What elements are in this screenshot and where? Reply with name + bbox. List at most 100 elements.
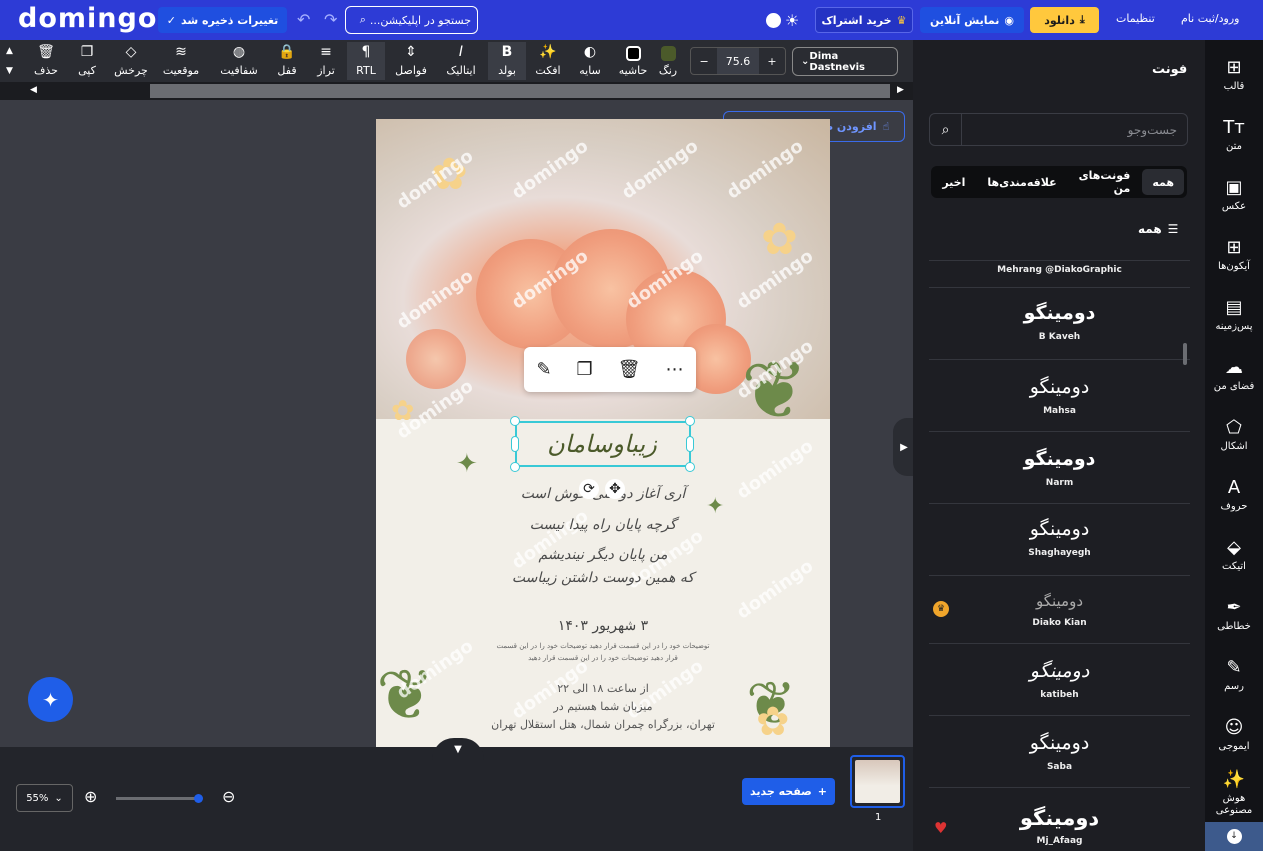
event-time[interactable]: از ساعت ۱۸ الی ۲۲ xyxy=(436,682,770,695)
font-item[interactable]: دومینگو katibeh xyxy=(929,643,1190,715)
border-tool[interactable]: حاشیه xyxy=(614,42,652,80)
spacing-tool[interactable]: ⇕ فواصل xyxy=(392,42,430,80)
logo[interactable]: domingo xyxy=(18,3,157,34)
nav-draw[interactable]: ✎ رسم xyxy=(1205,647,1263,703)
resize-handle[interactable] xyxy=(685,416,695,426)
toolbar-scrollbar[interactable]: ◀ ▶ xyxy=(0,82,913,100)
login-link[interactable]: ورود/ثبت نام xyxy=(1181,12,1239,25)
nav-template[interactable]: ⊞ قالب xyxy=(1205,47,1263,103)
bold-tool[interactable]: B بولد xyxy=(488,42,526,80)
increase-icon[interactable]: + xyxy=(759,55,785,68)
nav-icons[interactable]: ⊞ آیکون‌ها xyxy=(1205,227,1263,283)
font-item[interactable]: Mehrang @DiakoGraphic xyxy=(929,260,1190,287)
tab-all[interactable]: همه xyxy=(1142,169,1184,195)
zoom-slider[interactable] xyxy=(116,794,203,803)
edit-icon[interactable]: ✎ xyxy=(536,359,551,380)
nav-letters[interactable]: A حروف xyxy=(1205,467,1263,523)
redo-icon[interactable]: ↷ xyxy=(324,10,337,29)
rotate-tool[interactable]: ◇ چرخش xyxy=(112,42,150,80)
event-host[interactable]: میزبان شما هستیم در xyxy=(436,700,770,713)
font-item[interactable]: دومینگو Mj_Afaag xyxy=(929,787,1190,851)
nav-sticker[interactable]: ⬙ اتیکت xyxy=(1205,527,1263,583)
save-status-button[interactable]: ✓ تغییرات ذخیره شد xyxy=(158,7,287,33)
rotate-handle-icon[interactable]: ⟳ xyxy=(579,479,599,499)
tab-recent[interactable]: اخیر xyxy=(932,169,975,195)
nav-photo[interactable]: ▣ عکس xyxy=(1205,167,1263,223)
subscribe-button[interactable]: خرید اشتراک ♛ xyxy=(815,7,913,33)
nav-emoji[interactable]: ☺ ایموجی xyxy=(1205,707,1263,763)
panel-scrollbar[interactable] xyxy=(1183,343,1187,365)
copy-tool[interactable]: ❐ کپی xyxy=(68,42,106,80)
decrease-icon[interactable]: − xyxy=(691,55,717,68)
nav-scroll-down-button[interactable]: ↓ xyxy=(1205,822,1263,851)
nav-text[interactable]: Tт متن xyxy=(1205,107,1263,163)
font-size-stepper[interactable]: − 75.6 + xyxy=(690,47,786,75)
scroll-left-icon[interactable]: ◀ xyxy=(30,85,37,95)
undo-icon[interactable]: ↶ xyxy=(297,10,310,29)
delete-tool[interactable]: 🗑 حذف xyxy=(27,42,65,80)
magic-ai-button[interactable]: ✦ xyxy=(28,677,73,722)
description-line[interactable]: توضیحات خود را در این قسمت قرار دهید توض… xyxy=(436,642,770,650)
poem-line[interactable]: من پایان دیگر نیندیشم xyxy=(436,547,770,563)
opacity-tool[interactable]: ◍ شفافیت xyxy=(220,42,258,80)
settings-link[interactable]: تنظیمات xyxy=(1116,12,1155,25)
download-button[interactable]: دانلود ⤓ xyxy=(1030,7,1099,33)
resize-handle[interactable] xyxy=(510,462,520,472)
page-thumbnail[interactable] xyxy=(850,755,905,808)
nav-ai[interactable]: ✨ هوش مصنوعی xyxy=(1205,766,1263,822)
duplicate-icon[interactable]: ❐ xyxy=(577,359,593,380)
resize-handle[interactable] xyxy=(511,436,519,452)
event-date[interactable]: ۳ شهریور ۱۴۰۳ xyxy=(436,618,770,634)
live-preview-button[interactable]: نمایش آنلاین ◉ xyxy=(920,7,1024,33)
poem-line[interactable]: آری آغاز دوستی خوش است xyxy=(436,486,770,502)
selection-box[interactable] xyxy=(515,421,691,467)
zoom-select[interactable]: 55% ⌄ xyxy=(16,784,73,812)
zoom-in-icon[interactable]: ⊕ xyxy=(84,787,97,806)
italic-tool[interactable]: I ایتالیک xyxy=(442,42,480,80)
collapse-panel-button[interactable]: ▶ xyxy=(893,418,915,476)
scroll-down-icon[interactable]: ▼ xyxy=(6,66,13,76)
font-search-input[interactable]: ⌕ جست‌وجو xyxy=(929,113,1188,146)
event-venue[interactable]: تهران، بزرگراه چمران شمال، هتل استقلال ت… xyxy=(436,718,770,731)
resize-handle[interactable] xyxy=(686,436,694,452)
resize-handle[interactable] xyxy=(685,462,695,472)
effect-tool[interactable]: ✨ افکت xyxy=(529,42,567,80)
theme-toggle[interactable]: ☀ xyxy=(766,11,806,30)
poem-line[interactable]: گرچه پایان راه پیدا نیست xyxy=(436,517,770,533)
tab-my-fonts[interactable]: فونت‌های من xyxy=(1069,169,1141,195)
lock-tool[interactable]: 🔒 قفل xyxy=(268,42,306,80)
description-line[interactable]: قرار دهید توضیحات خود را در این قسمت قرا… xyxy=(436,654,770,662)
poem-line[interactable]: که همین دوست داشتن زیباست xyxy=(436,570,770,586)
heart-icon[interactable]: ♥ xyxy=(934,819,947,837)
font-item[interactable]: دومینگو Diako Kian xyxy=(929,575,1190,643)
search-icon[interactable]: ⌕ xyxy=(930,114,962,145)
resize-handle[interactable] xyxy=(510,416,520,426)
app-search-input[interactable]: جستجو در اپلیکیشن... ⌕ xyxy=(345,6,478,34)
nav-my-space[interactable]: ☁ فضای من xyxy=(1205,347,1263,403)
font-size-value[interactable]: 75.6 xyxy=(717,48,759,74)
zoom-slider-thumb[interactable] xyxy=(194,794,203,803)
zoom-out-icon[interactable]: ⊖ xyxy=(222,787,235,806)
nav-shapes[interactable]: ⬠ اشکال xyxy=(1205,407,1263,463)
new-page-button[interactable]: صفحه جدید + xyxy=(742,778,835,805)
nav-calligraphy[interactable]: ✒ خطاطی xyxy=(1205,587,1263,643)
scroll-right-icon[interactable]: ▶ xyxy=(897,85,904,95)
scroll-thumb[interactable] xyxy=(150,84,890,98)
shadow-tool[interactable]: ◐ سایه xyxy=(571,42,609,80)
delete-icon[interactable]: 🗑 xyxy=(618,359,641,380)
scroll-up-icon[interactable]: ▲ xyxy=(6,46,13,56)
font-item[interactable]: دومینگو Shaghayegh xyxy=(929,503,1190,575)
more-icon[interactable]: ⋯ xyxy=(665,359,683,380)
nav-background[interactable]: ▤ پس‌زمینه xyxy=(1205,287,1263,343)
align-tool[interactable]: ≡ تراز xyxy=(307,42,345,80)
font-item[interactable]: دومینگو Mahsa xyxy=(929,359,1190,431)
tab-favorites[interactable]: علاقه‌مندی‌ها xyxy=(977,169,1066,195)
move-handle-icon[interactable]: ✥ xyxy=(605,479,625,499)
font-item[interactable]: دومینگو Narm xyxy=(929,431,1190,503)
rtl-tool[interactable]: ¶ RTL xyxy=(347,42,385,80)
font-item[interactable]: دومینگو B Kaveh xyxy=(929,287,1190,359)
color-tool[interactable]: رنگ xyxy=(649,42,687,80)
font-item[interactable]: دومینگو Saba xyxy=(929,715,1190,787)
position-tool[interactable]: ≋ موقعیت xyxy=(162,42,200,80)
font-family-select[interactable]: ⌄ Dima Dastnevis xyxy=(792,47,898,76)
